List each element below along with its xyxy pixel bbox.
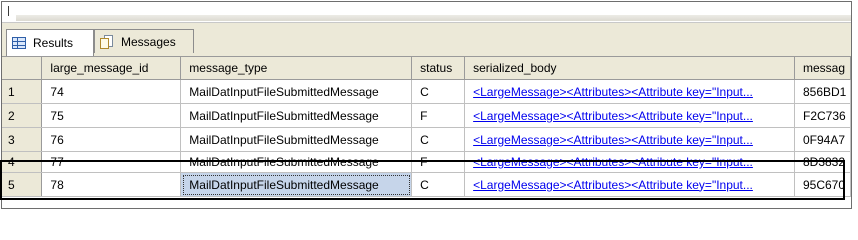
cell-status[interactable]: C (411, 172, 466, 197)
cell-message-type[interactable]: MailDatInputFileSubmittedMessage (180, 79, 413, 104)
table-row[interactable]: 3 76 MailDatInputFileSubmittedMessage C … (2, 127, 851, 152)
tab-results[interactable]: Results (6, 29, 94, 56)
column-header-message[interactable]: messag (794, 57, 851, 80)
cell-message[interactable]: 95C670 (794, 172, 851, 197)
horizontal-scrollbar[interactable] (16, 15, 851, 21)
grid-icon (11, 36, 27, 50)
column-header-serialized-body[interactable]: serialized_body (464, 57, 795, 80)
cell-status[interactable]: C (411, 127, 466, 152)
results-grid: large_message_id message_type status ser… (2, 57, 851, 197)
cell-message[interactable]: F2C736 (794, 103, 851, 128)
table-row-selected[interactable]: 5 78 MailDatInputFileSubmittedMessage C … (2, 172, 851, 197)
cell-large-message-id[interactable]: 78 (41, 172, 182, 197)
tab-messages-label: Messages (121, 34, 176, 49)
cell-serialized-body-link[interactable]: <LargeMessage><Attributes><Attribute key… (464, 79, 795, 104)
cell-status[interactable]: F (411, 151, 466, 173)
cell-message-type[interactable]: MailDatInputFileSubmittedMessage (180, 127, 413, 152)
cell-large-message-id[interactable]: 77 (41, 151, 182, 173)
cell-serialized-body-link[interactable]: <LargeMessage><Attributes><Attribute key… (464, 151, 795, 173)
top-scroll-area (2, 2, 851, 23)
header-row: large_message_id message_type status ser… (2, 57, 851, 80)
column-header-status[interactable]: status (411, 57, 466, 80)
results-pane: Results Messages large_message_id messag… (1, 1, 852, 209)
tab-messages[interactable]: Messages (94, 29, 194, 53)
cell-message-type[interactable]: MailDatInputFileSubmittedMessage (180, 151, 413, 173)
cell-status[interactable]: C (411, 79, 466, 104)
row-number[interactable]: 2 (2, 103, 43, 128)
row-number[interactable]: 1 (2, 79, 43, 104)
cell-status[interactable]: F (411, 103, 466, 128)
cell-serialized-body-link[interactable]: <LargeMessage><Attributes><Attribute key… (464, 127, 795, 152)
cell-message[interactable]: 8D3832 (794, 151, 851, 173)
cell-large-message-id[interactable]: 75 (41, 103, 182, 128)
scroll-marker (8, 6, 9, 16)
tab-results-label: Results (33, 36, 74, 50)
row-number[interactable]: 4 (2, 151, 43, 173)
table-row[interactable]: 1 74 MailDatInputFileSubmittedMessage C … (2, 79, 851, 104)
cell-large-message-id[interactable]: 76 (41, 127, 182, 152)
cell-message-type[interactable]: MailDatInputFileSubmittedMessage (180, 103, 413, 128)
cell-serialized-body-link[interactable]: <LargeMessage><Attributes><Attribute key… (464, 172, 795, 197)
messages-icon (99, 34, 115, 49)
column-header-large-message-id[interactable]: large_message_id (41, 57, 182, 80)
cell-message-type-selected[interactable]: MailDatInputFileSubmittedMessage (180, 172, 413, 197)
cell-message[interactable]: 0F94A7 (794, 127, 851, 152)
table-row[interactable]: 4 77 MailDatInputFileSubmittedMessage F … (2, 151, 851, 173)
cell-large-message-id[interactable]: 74 (41, 79, 182, 104)
row-number[interactable]: 5 (2, 172, 43, 197)
cell-message[interactable]: 856BD1 (794, 79, 851, 104)
table-row[interactable]: 2 75 MailDatInputFileSubmittedMessage F … (2, 103, 851, 128)
corner-cell[interactable] (2, 57, 43, 80)
row-number[interactable]: 3 (2, 127, 43, 152)
column-header-message-type[interactable]: message_type (180, 57, 413, 80)
cell-serialized-body-link[interactable]: <LargeMessage><Attributes><Attribute key… (464, 103, 795, 128)
tab-strip: Results Messages (2, 23, 851, 57)
